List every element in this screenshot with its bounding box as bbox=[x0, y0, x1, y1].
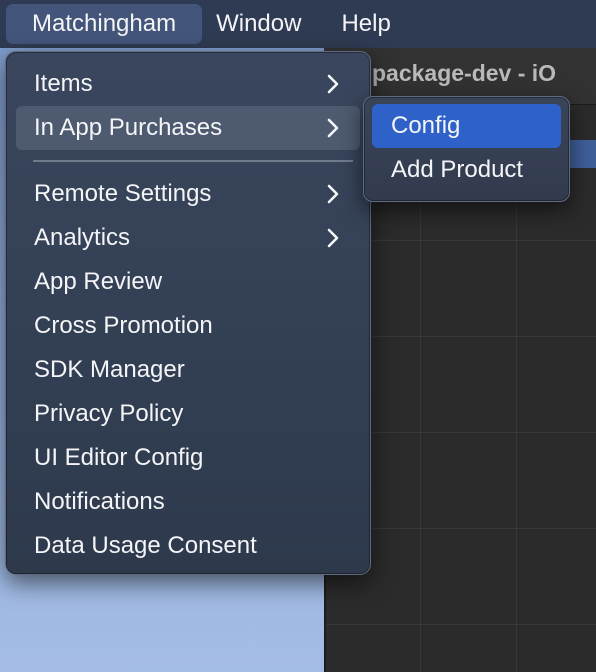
menubar-item-help[interactable]: Help bbox=[315, 4, 416, 44]
menu-item-cross-promotion[interactable]: Cross Promotion bbox=[16, 304, 360, 348]
menu-item-label: In App Purchases bbox=[34, 114, 223, 141]
menu-item-label: Items bbox=[34, 70, 93, 97]
chevron-right-icon bbox=[327, 184, 339, 204]
menu-item-data-usage-consent[interactable]: Data Usage Consent bbox=[16, 524, 360, 568]
menu-item-analytics[interactable]: Analytics bbox=[16, 216, 360, 260]
menu-item-privacy-policy[interactable]: Privacy Policy bbox=[16, 392, 360, 436]
menu-item-label: Analytics bbox=[34, 224, 131, 251]
chevron-right-icon bbox=[327, 74, 339, 94]
menu-item-sdk-manager[interactable]: SDK Manager bbox=[16, 348, 360, 392]
background-window-title: package-dev - iO bbox=[372, 60, 557, 86]
menu-item-in-app-purchases[interactable]: In App Purchases bbox=[16, 106, 360, 150]
menu-item-notifications[interactable]: Notifications bbox=[16, 480, 360, 524]
menu-separator bbox=[33, 160, 353, 162]
chevron-right-icon bbox=[327, 118, 339, 138]
matchingham-dropdown-menu: Items In App Purchases Remote Settings A… bbox=[5, 51, 371, 575]
menu-item-items[interactable]: Items bbox=[16, 62, 360, 106]
chevron-right-icon bbox=[327, 228, 339, 248]
menu-item-app-review[interactable]: App Review bbox=[16, 260, 360, 304]
menu-item-label: Remote Settings bbox=[34, 180, 212, 207]
in-app-purchases-submenu: Config Add Product bbox=[363, 96, 570, 202]
menu-bar: Matchingham Window Help bbox=[0, 0, 596, 48]
submenu-item-add-product[interactable]: Add Product bbox=[372, 148, 561, 192]
menubar-item-matchingham[interactable]: Matchingham bbox=[6, 4, 203, 44]
menu-item-ui-editor-config[interactable]: UI Editor Config bbox=[16, 436, 360, 480]
menu-item-remote-settings[interactable]: Remote Settings bbox=[16, 172, 360, 216]
submenu-item-config[interactable]: Config bbox=[372, 104, 561, 148]
menubar-item-window[interactable]: Window bbox=[190, 4, 327, 44]
